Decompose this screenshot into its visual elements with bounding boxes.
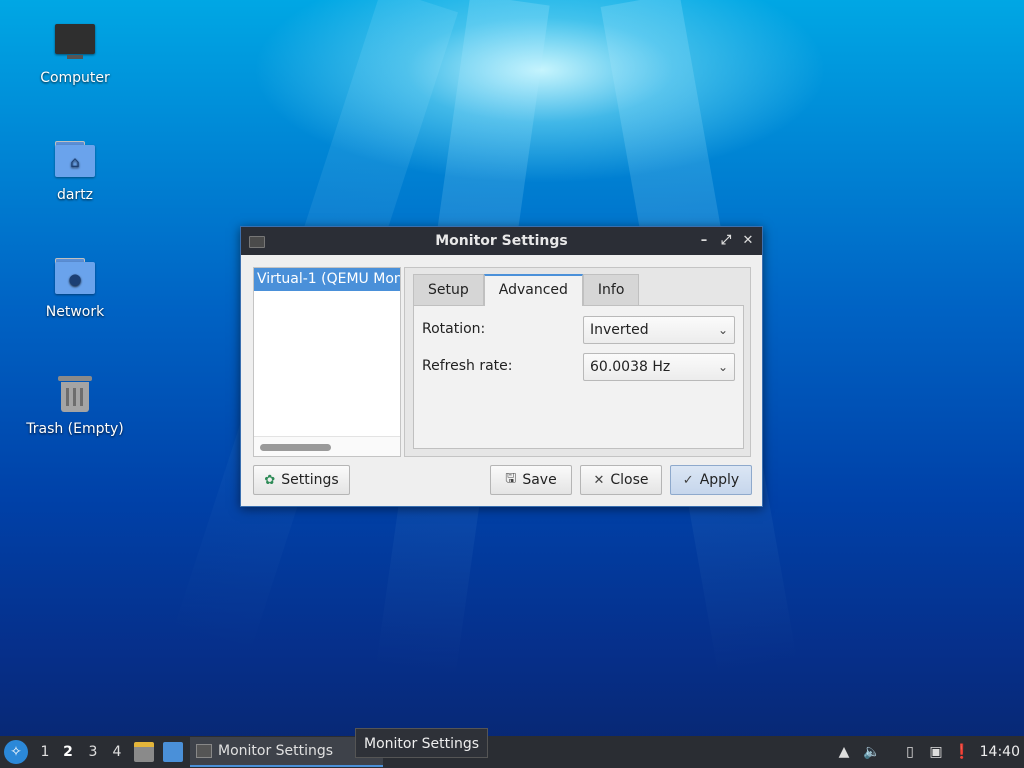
workspace-3[interactable]: 3 — [82, 736, 104, 768]
workspace-1[interactable]: 1 — [34, 736, 56, 768]
desktop-icon-home[interactable]: ⌂ dartz — [20, 137, 130, 203]
tray-expand-icon[interactable]: ▲ — [834, 742, 854, 762]
maximize-button[interactable]: ⤢ — [718, 231, 734, 251]
checkmark-icon: ✓ — [682, 472, 694, 488]
taskbar: ✧ 1 2 3 4 Monitor Settings ▲ 🔈 ▯ ▣ ❗ 14:… — [0, 736, 1024, 768]
scrollbar-thumb[interactable] — [260, 444, 331, 451]
save-button[interactable]: 🖫 Save — [490, 465, 572, 495]
desktop-icon-trash[interactable]: Trash (Empty) — [20, 371, 130, 437]
refresh-rate-row: Refresh rate: 60.0038 Hz ⌄ — [422, 353, 735, 381]
desktop-icon-label: dartz — [56, 187, 94, 203]
computer-icon — [52, 20, 98, 66]
task-tooltip: Monitor Settings — [355, 728, 489, 758]
workspace-4[interactable]: 4 — [106, 736, 128, 768]
show-desktop-icon[interactable] — [163, 742, 183, 762]
tab-setup[interactable]: Setup — [413, 274, 484, 305]
tab-info[interactable]: Info — [582, 274, 640, 305]
settings-gear-icon: ✿ — [264, 472, 276, 488]
workspace-2[interactable]: 2 — [57, 736, 79, 768]
minimize-button[interactable]: – — [696, 231, 712, 251]
close-icon: ✕ — [593, 472, 605, 488]
desktop-icon-computer[interactable]: Computer — [20, 20, 130, 86]
settings-button[interactable]: ✿ Settings — [253, 465, 350, 495]
start-menu-button[interactable]: ✧ — [4, 740, 28, 764]
apply-button[interactable]: ✓ Apply — [670, 465, 752, 495]
clipboard-icon[interactable]: ▯ — [900, 742, 920, 762]
home-folder-icon: ⌂ — [52, 137, 98, 183]
lxqt-logo-icon: ✧ — [10, 744, 22, 760]
task-label: Monitor Settings — [218, 743, 334, 759]
refresh-rate-label: Refresh rate: — [422, 358, 513, 374]
rotation-select[interactable]: Inverted ⌄ — [583, 316, 735, 344]
trash-icon — [52, 371, 98, 417]
desktop-icon-label: Computer — [40, 70, 110, 86]
horizontal-scrollbar[interactable] — [254, 436, 400, 456]
close-button-label: Close — [610, 472, 649, 488]
volume-icon[interactable]: 🔈 — [862, 742, 882, 762]
monitor-app-icon — [196, 744, 212, 758]
apply-button-label: Apply — [699, 472, 740, 488]
monitor-list-item-virtual-1[interactable]: Virtual-1 (QEMU Monitor) — [254, 268, 400, 291]
network-folder-icon: ● — [52, 254, 98, 300]
close-window-button[interactable]: ✕ — [740, 231, 756, 251]
chevron-down-icon: ⌄ — [717, 323, 728, 337]
clock[interactable]: 14:40 — [980, 736, 1020, 768]
network-status-icon[interactable]: ▣ — [926, 742, 946, 762]
settings-button-label: Settings — [281, 472, 339, 488]
refresh-rate-value: 60.0038 Hz — [590, 359, 671, 375]
desktop-icon-network[interactable]: ● Network — [20, 254, 130, 320]
floppy-disk-icon: 🖫 — [505, 471, 517, 486]
chevron-down-icon: ⌄ — [717, 360, 728, 374]
rotation-row: Rotation: Inverted ⌄ — [422, 316, 735, 344]
rotation-label: Rotation: — [422, 321, 486, 337]
window-titlebar[interactable]: Monitor Settings – ⤢ ✕ — [241, 227, 762, 255]
settings-notebook: Setup Advanced Info Rotation: Inverted ⌄… — [404, 267, 751, 457]
desktop-icon-label: Network — [45, 304, 105, 320]
file-manager-launcher-icon[interactable] — [134, 742, 154, 762]
advanced-tab-page: Rotation: Inverted ⌄ Refresh rate: 60.00… — [413, 305, 744, 449]
close-button[interactable]: ✕ Close — [580, 465, 662, 495]
desktop-icon-label: Trash (Empty) — [26, 421, 124, 437]
window-title: Monitor Settings — [435, 233, 568, 249]
update-notifier-icon[interactable]: ❗ — [952, 742, 972, 762]
rotation-value: Inverted — [590, 322, 649, 338]
monitor-list: Virtual-1 (QEMU Monitor) — [253, 267, 401, 457]
monitor-app-icon — [249, 236, 265, 248]
monitor-settings-window: Monitor Settings – ⤢ ✕ Virtual-1 (QEMU M… — [240, 226, 763, 507]
save-button-label: Save — [522, 472, 557, 488]
refresh-rate-select[interactable]: 60.0038 Hz ⌄ — [583, 353, 735, 381]
tab-advanced[interactable]: Advanced — [483, 274, 583, 306]
